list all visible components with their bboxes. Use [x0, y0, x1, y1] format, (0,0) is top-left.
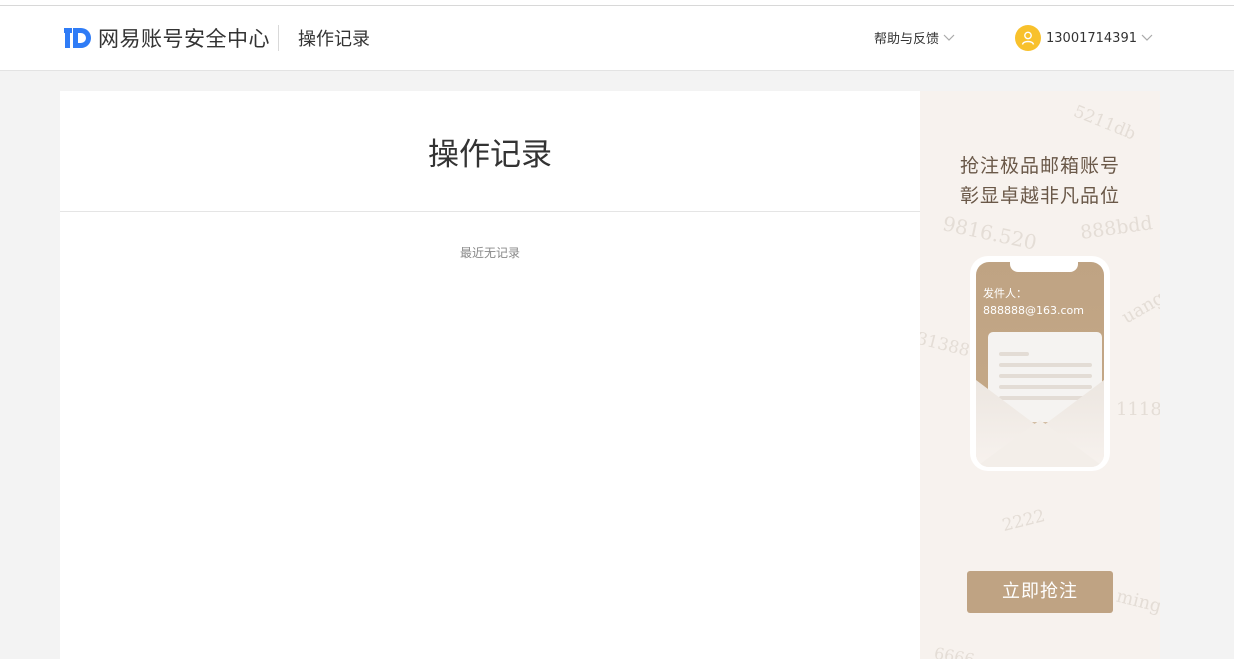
logo-text: 网易账号安全中心 [98, 27, 270, 51]
header-page-title: 操作记录 [298, 29, 370, 50]
user-avatar-icon [1015, 25, 1041, 51]
watermark-text: ming [1114, 585, 1160, 618]
user-menu[interactable]: 13001714391 [1015, 25, 1153, 51]
watermark-text: uangs [1118, 282, 1160, 329]
ad-slogan-line: 抢注极品邮箱账号 [959, 155, 1120, 177]
watermark-text: 888bdd [1078, 212, 1154, 244]
empty-state-text: 最近无记录 [459, 246, 520, 260]
operation-records-panel: 操作记录 最近无记录 [60, 91, 920, 659]
phone-illustration: 发件人： 888888@163.com [970, 256, 1110, 471]
mailbox-ad-banner[interactable]: 5211db 888bdd 9816.520 31388 2222 ming u… [920, 91, 1160, 659]
sender-email: 888888@163.com [983, 304, 1084, 317]
watermark-text: 1118 [1116, 399, 1160, 420]
title-divider [60, 211, 920, 212]
ad-slogan-line: 彰显卓越非凡品位 [959, 185, 1120, 207]
watermark-text: 31388 [920, 328, 972, 362]
page-title: 操作记录 [428, 137, 552, 173]
letter-line [999, 352, 1029, 356]
phone-screen: 发件人： 888888@163.com [976, 262, 1104, 467]
help-feedback-label: 帮助与反馈 [874, 32, 940, 47]
watermark-text: 9816.520 [940, 211, 1039, 255]
header-divider [278, 25, 279, 51]
username: 13001714391 [1046, 30, 1137, 46]
phone-notch [1010, 262, 1078, 272]
help-feedback-menu[interactable]: 帮助与反馈 [874, 28, 955, 47]
chevron-down-icon [943, 34, 955, 41]
watermark-text: 6666 [932, 643, 977, 659]
register-now-button[interactable]: 立即抢注 [967, 571, 1113, 613]
envelope-icon [976, 380, 1104, 467]
ad-slogan: 抢注极品邮箱账号 彰显卓越非凡品位 [920, 151, 1160, 211]
watermark-text: 2222 [1000, 506, 1048, 536]
chevron-down-icon [1141, 34, 1153, 41]
top-header: 网易账号安全中心 操作记录 帮助与反馈 13001714391 [0, 6, 1234, 71]
sender-label: 发件人： [983, 287, 1027, 300]
letter-line [999, 374, 1092, 378]
letter-line [999, 363, 1092, 367]
netease-id-logo-icon [64, 28, 91, 48]
site-logo[interactable]: 网易账号安全中心 [64, 24, 270, 52]
watermark-text: 5211db [1070, 101, 1139, 145]
